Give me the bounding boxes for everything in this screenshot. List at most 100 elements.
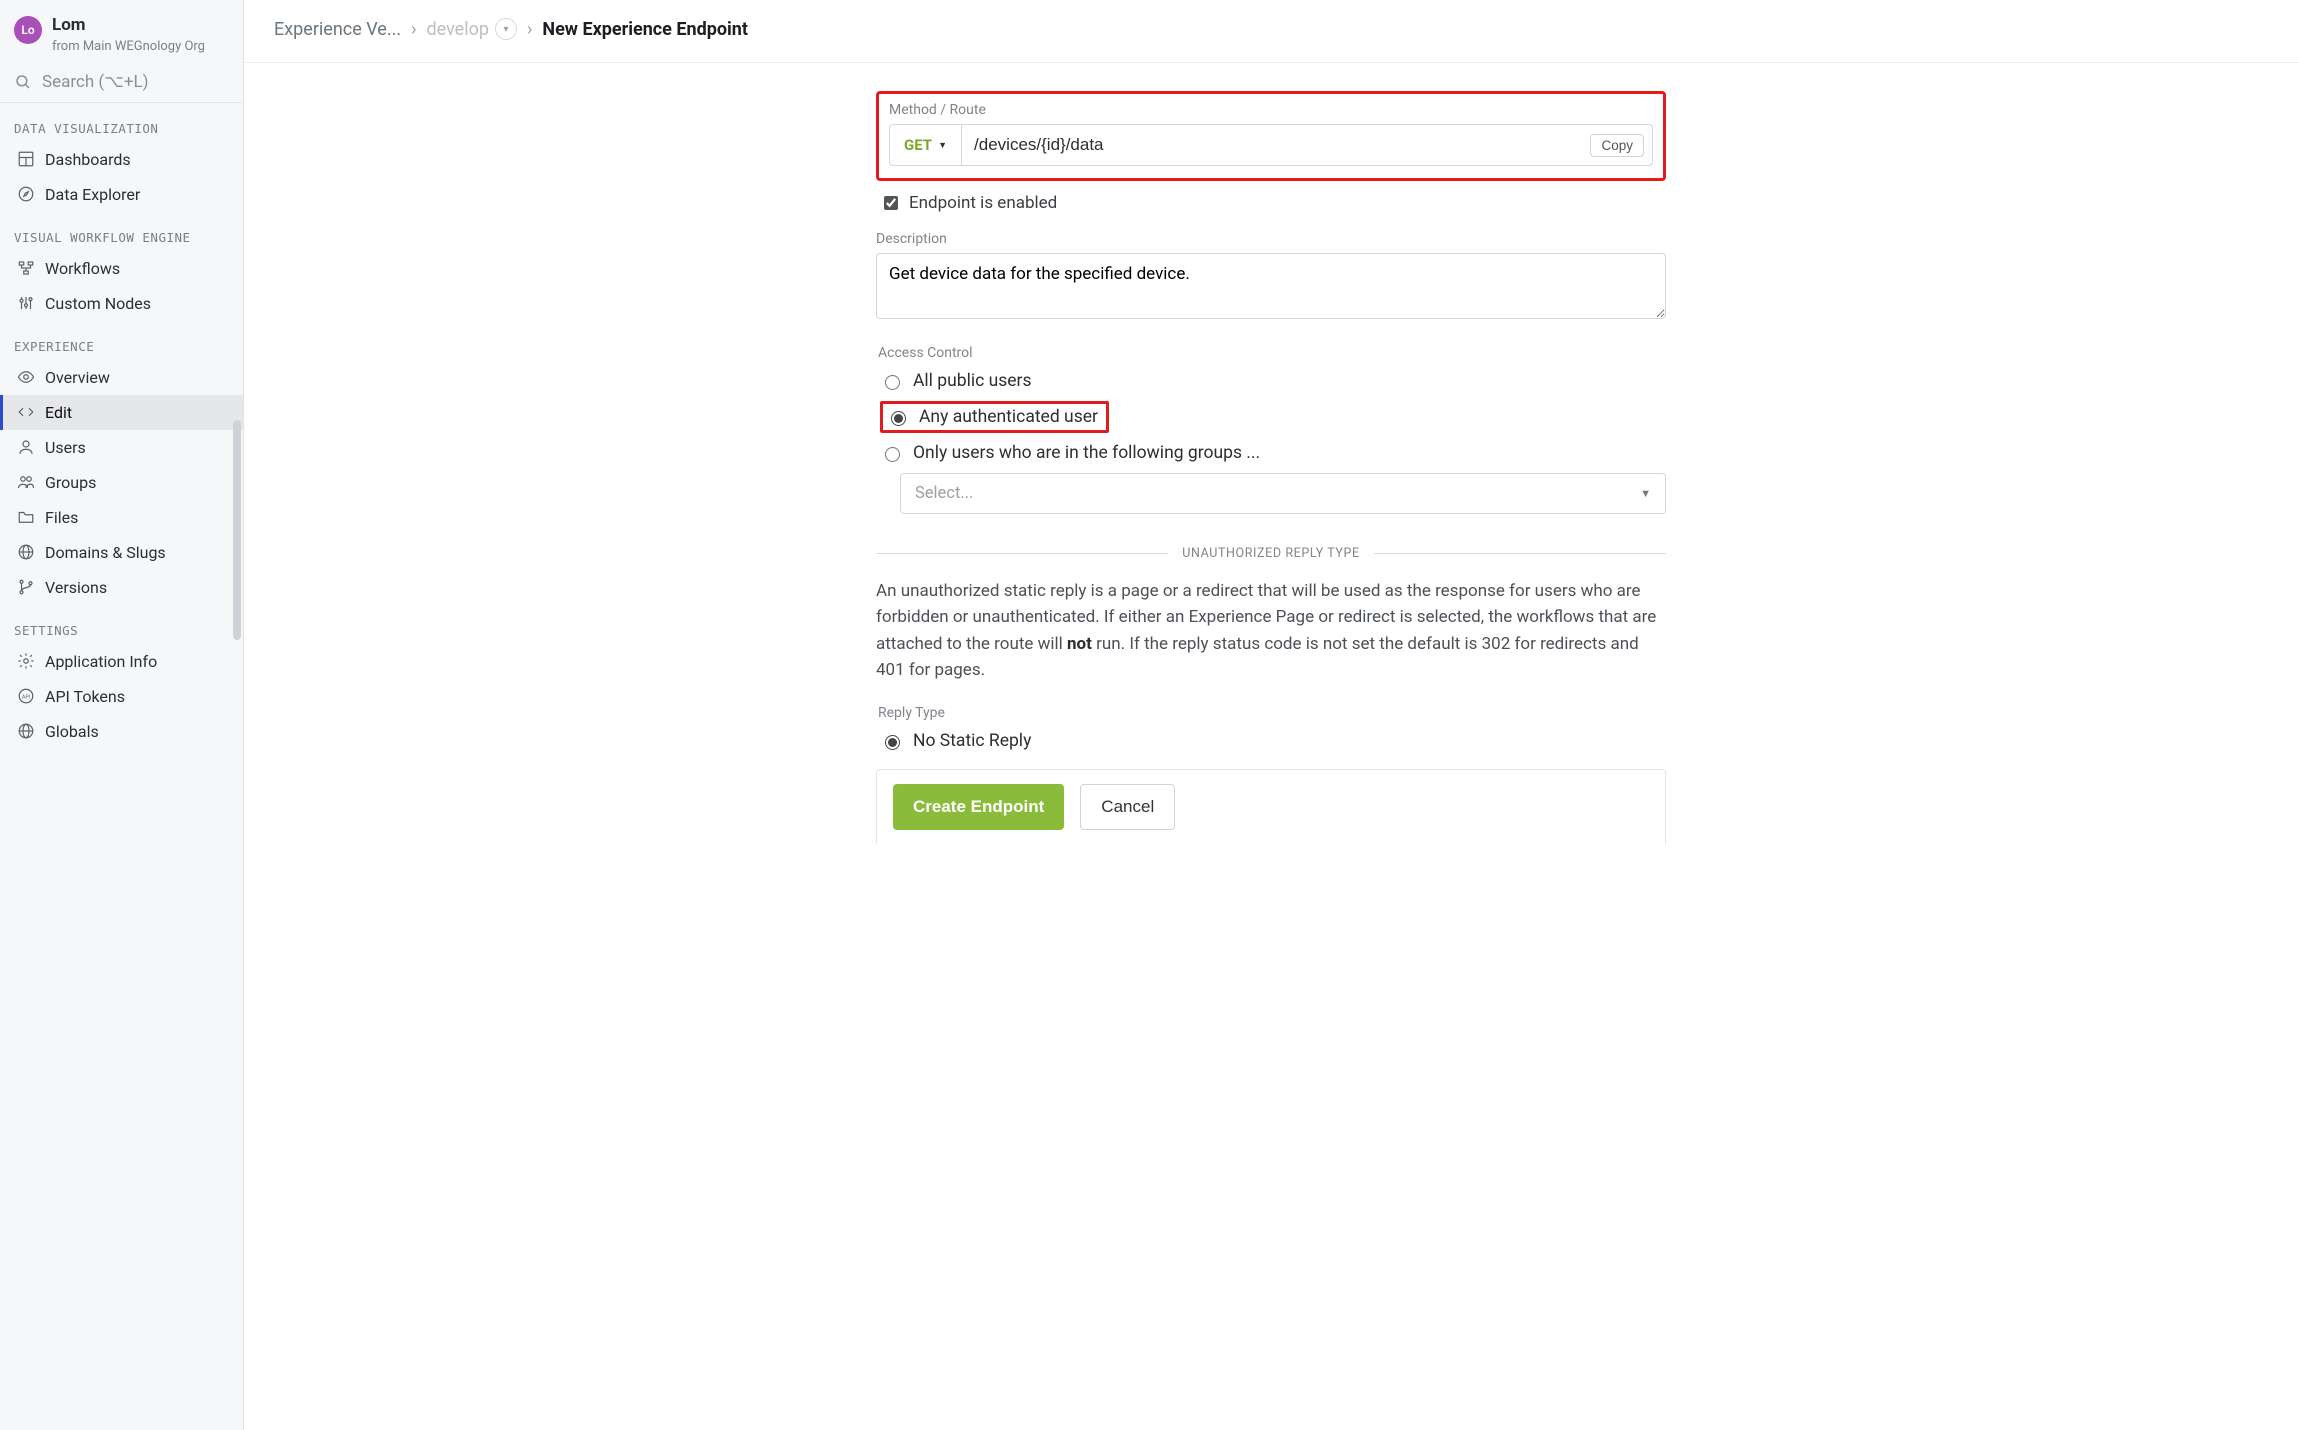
chevron-right-icon: › — [411, 19, 416, 40]
reply-type-label: Reply Type — [878, 705, 1666, 721]
access-auth-radio[interactable] — [891, 411, 906, 426]
copy-button[interactable]: Copy — [1590, 134, 1644, 157]
method-route-row: GET ▼ Copy — [889, 124, 1653, 166]
footer-bar: Create Endpoint Cancel — [876, 769, 1666, 844]
access-public-radio[interactable] — [885, 375, 900, 390]
api-icon: API — [17, 687, 35, 705]
sidebar-item-versions[interactable]: Versions — [0, 570, 243, 605]
branch-icon — [17, 578, 35, 596]
sidebar-item-overview[interactable]: Overview — [0, 360, 243, 395]
globe-icon — [17, 543, 35, 561]
unauth-divider-text: UNAUTHORIZED REPLY TYPE — [1182, 546, 1359, 561]
sidebar-scrollbar[interactable] — [233, 420, 241, 640]
description-label: Description — [876, 231, 1666, 247]
method-select[interactable]: GET ▼ — [890, 125, 962, 165]
access-public-label: All public users — [913, 371, 1032, 391]
gear-icon — [17, 652, 35, 670]
avatar: Lo — [14, 16, 42, 44]
svg-text:API: API — [22, 694, 30, 700]
access-groups-row[interactable]: Only users who are in the following grou… — [880, 443, 1666, 463]
groups-select-placeholder: Select... — [915, 484, 973, 503]
sidebar-item-domains[interactable]: Domains & Slugs — [0, 535, 243, 570]
sidebar-item-custom-nodes[interactable]: Custom Nodes — [0, 286, 243, 321]
sidebar-item-groups[interactable]: Groups — [0, 465, 243, 500]
user-icon — [17, 438, 35, 456]
breadcrumb-develop[interactable]: develop ▾ — [426, 18, 516, 40]
reply-no-static-label: No Static Reply — [913, 731, 1031, 751]
reply-no-static-radio[interactable] — [885, 735, 900, 750]
sliders-icon — [17, 294, 35, 312]
reply-no-static-row[interactable]: No Static Reply — [880, 731, 1666, 751]
globe2-icon — [17, 722, 35, 740]
sidebar-item-workflows[interactable]: Workflows — [0, 251, 243, 286]
code-icon — [17, 403, 35, 421]
sidebar-item-label: Custom Nodes — [45, 294, 151, 313]
sidebar-item-data-explorer[interactable]: Data Explorer — [0, 177, 243, 212]
access-auth-highlight: Any authenticated user — [880, 401, 1109, 433]
groups-select[interactable]: Select... ▼ — [900, 473, 1666, 514]
method-route-label: Method / Route — [889, 102, 1653, 118]
workspace-subtitle: from Main WEGnology Org — [52, 39, 205, 54]
compass-icon — [17, 185, 35, 203]
access-auth-label: Any authenticated user — [919, 407, 1098, 427]
dashboard-icon — [17, 150, 35, 168]
breadcrumb: Experience Ve... › develop ▾ › New Exper… — [244, 0, 2298, 63]
method-value: GET — [904, 136, 932, 154]
workflow-icon — [17, 259, 35, 277]
users-icon — [17, 473, 35, 491]
sidebar-item-label: Globals — [45, 722, 99, 741]
route-input[interactable] — [962, 125, 1582, 165]
enabled-checkbox-row[interactable]: Endpoint is enabled — [880, 193, 1666, 213]
section-experience: EXPERIENCE — [0, 321, 243, 360]
sidebar-item-app-info[interactable]: Application Info — [0, 644, 243, 679]
unauth-divider: UNAUTHORIZED REPLY TYPE — [876, 546, 1666, 561]
folder-icon — [17, 508, 35, 526]
section-settings: SETTINGS — [0, 605, 243, 644]
chevron-down-icon[interactable]: ▾ — [495, 18, 517, 40]
sidebar-item-users[interactable]: Users — [0, 430, 243, 465]
access-groups-radio[interactable] — [885, 447, 900, 462]
section-workflow: VISUAL WORKFLOW ENGINE — [0, 212, 243, 251]
search-input[interactable]: Search (⌥+L) — [14, 72, 231, 92]
caret-down-icon: ▼ — [938, 140, 947, 151]
method-route-highlight: Method / Route GET ▼ Copy — [876, 91, 1666, 181]
sidebar-item-label: API Tokens — [45, 687, 125, 706]
search-placeholder: Search (⌥+L) — [42, 72, 149, 92]
description-input[interactable]: Get device data for the specified device… — [876, 253, 1666, 319]
sidebar-item-api-tokens[interactable]: API API Tokens — [0, 679, 243, 714]
access-control-label: Access Control — [878, 345, 1666, 361]
sidebar-item-label: Groups — [45, 473, 96, 492]
sidebar-item-globals[interactable]: Globals — [0, 714, 243, 749]
enabled-checkbox[interactable] — [884, 196, 898, 210]
sidebar-item-label: Overview — [45, 368, 110, 387]
sidebar-item-label: Versions — [45, 578, 107, 597]
access-groups-label: Only users who are in the following grou… — [913, 443, 1260, 463]
breadcrumb-current: New Experience Endpoint — [542, 19, 748, 40]
sidebar-item-dashboards[interactable]: Dashboards — [0, 142, 243, 177]
sidebar-item-label: Data Explorer — [45, 185, 140, 204]
workspace-title: Lom — [52, 16, 205, 35]
sidebar-header: Lo Lom from Main WEGnology Org — [0, 0, 243, 64]
section-data-viz: DATA VISUALIZATION — [0, 103, 243, 142]
sidebar-item-label: Domains & Slugs — [45, 543, 166, 562]
breadcrumb-develop-label: develop — [426, 19, 488, 40]
search-icon — [14, 73, 32, 91]
create-endpoint-button[interactable]: Create Endpoint — [893, 784, 1064, 830]
main: Experience Ve... › develop ▾ › New Exper… — [244, 0, 2298, 1430]
caret-down-icon: ▼ — [1640, 487, 1651, 500]
sidebar-item-label: Workflows — [45, 259, 120, 278]
enabled-label: Endpoint is enabled — [909, 193, 1057, 213]
chevron-right-icon: › — [527, 19, 532, 40]
sidebar-item-label: Files — [45, 508, 78, 527]
breadcrumb-root[interactable]: Experience Ve... — [274, 19, 401, 40]
sidebar-item-edit[interactable]: Edit — [0, 395, 243, 430]
cancel-button[interactable]: Cancel — [1080, 784, 1175, 830]
eye-icon — [17, 368, 35, 386]
sidebar-item-label: Application Info — [45, 652, 157, 671]
sidebar-item-label: Users — [45, 438, 86, 457]
sidebar-item-label: Dashboards — [45, 150, 131, 169]
access-public-row[interactable]: All public users — [880, 371, 1666, 391]
unauth-paragraph: An unauthorized static reply is a page o… — [876, 578, 1666, 683]
sidebar: Lo Lom from Main WEGnology Org Search (⌥… — [0, 0, 244, 1430]
sidebar-item-files[interactable]: Files — [0, 500, 243, 535]
